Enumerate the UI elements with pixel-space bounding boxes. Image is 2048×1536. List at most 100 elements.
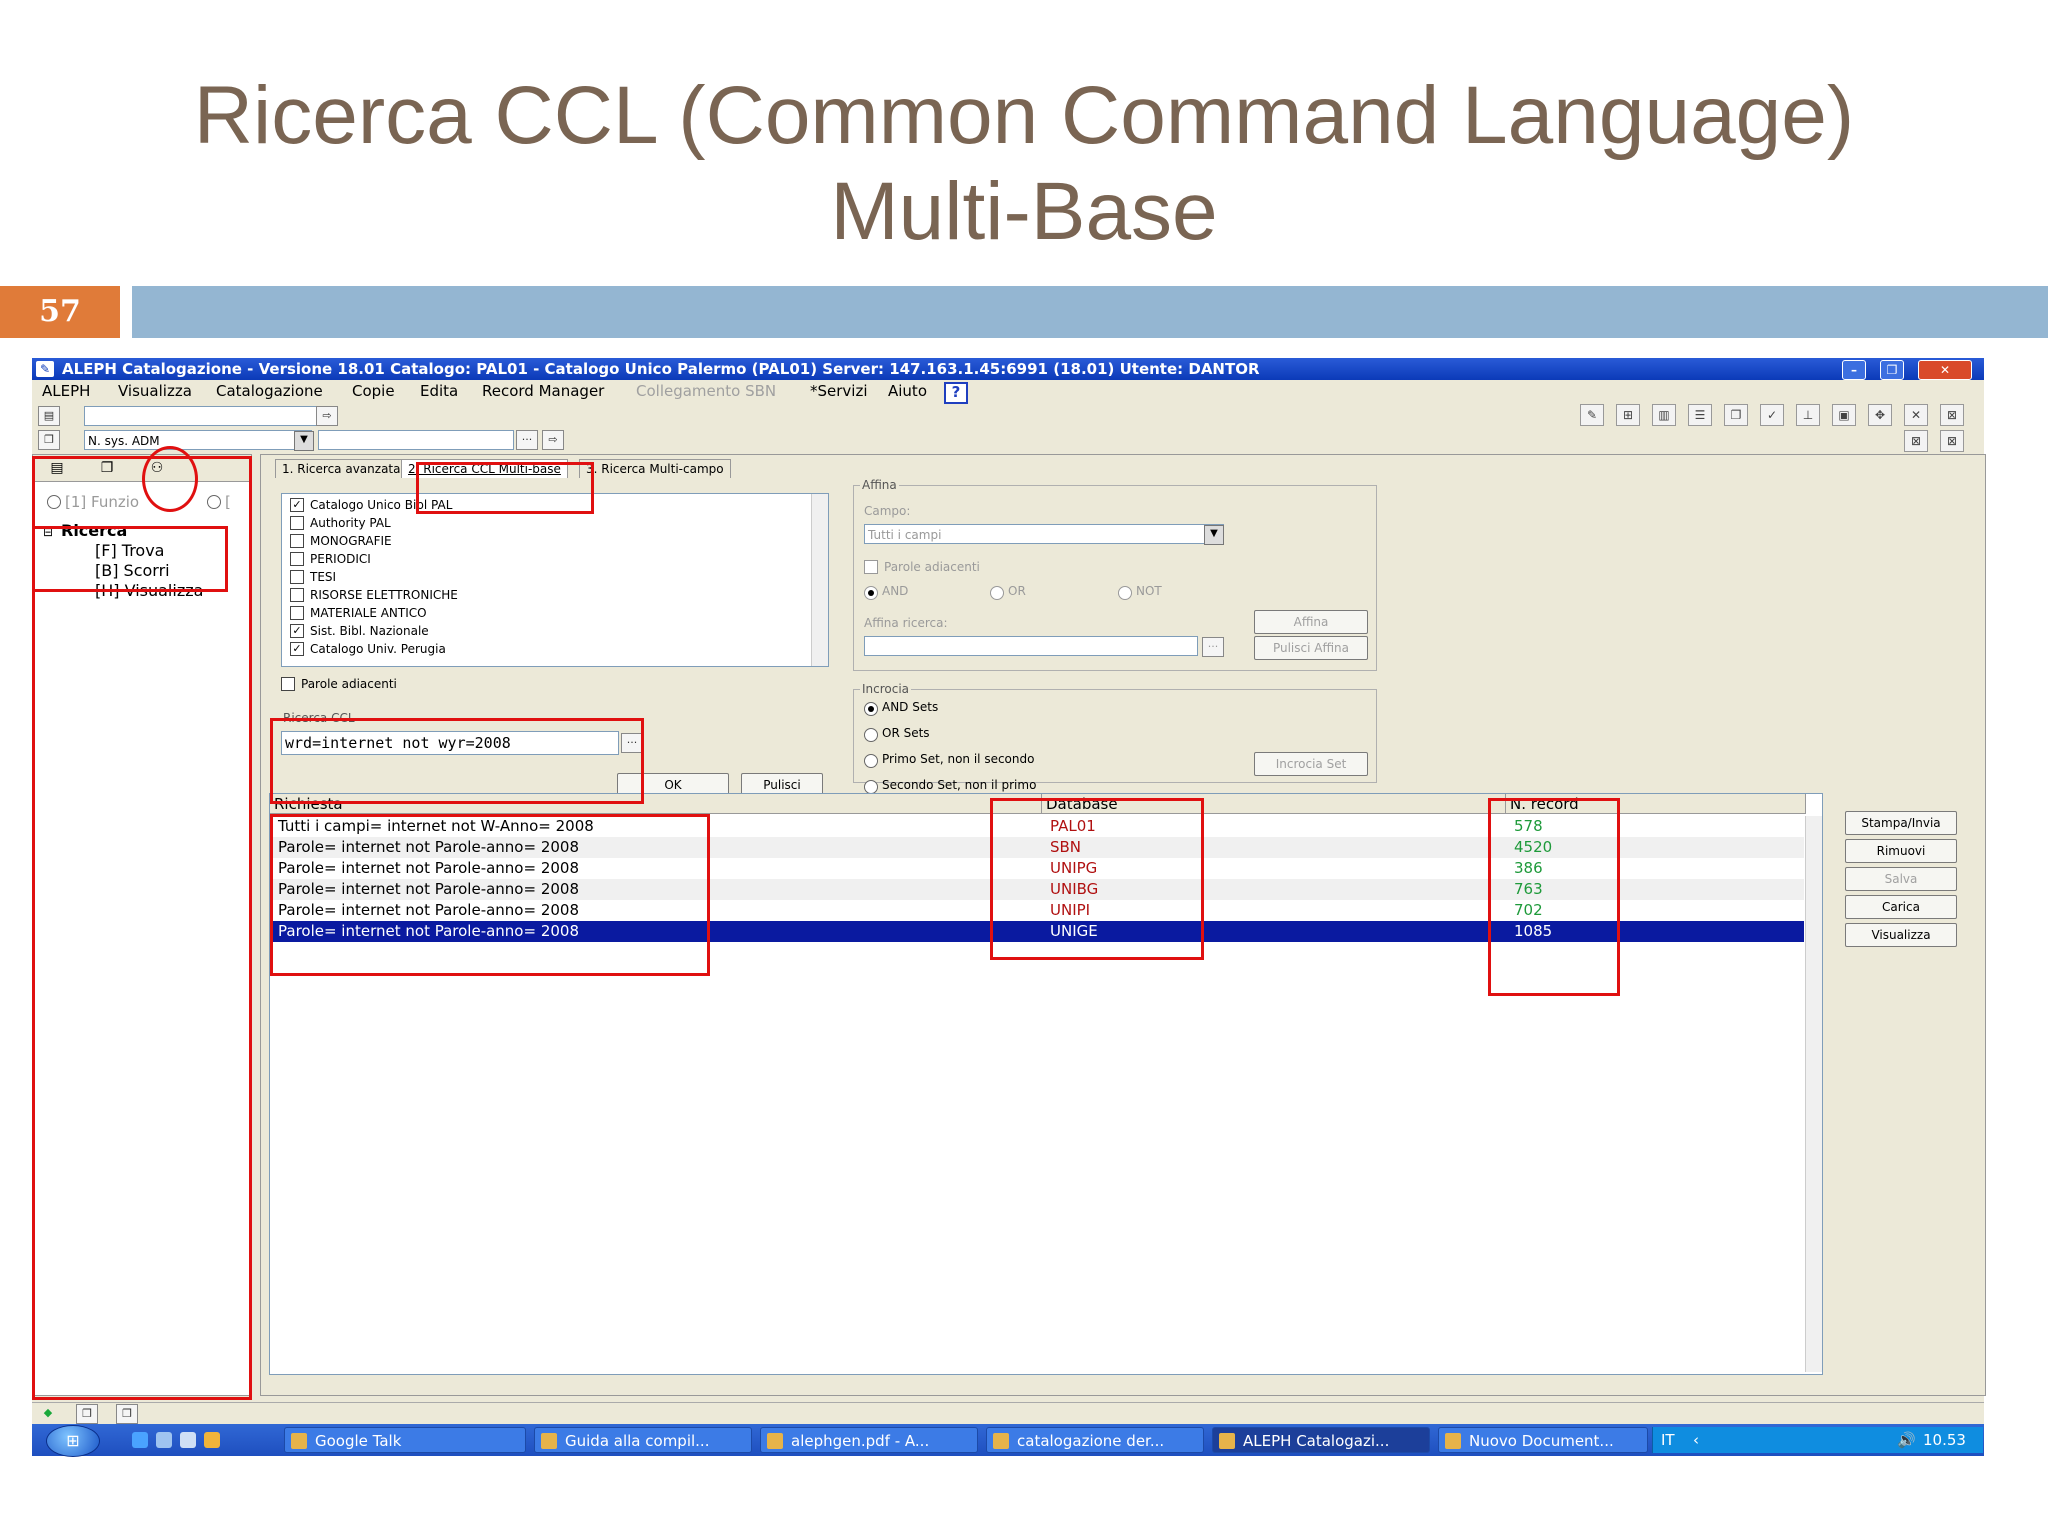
ie-icon[interactable] [132,1432,148,1448]
task-aleph[interactable]: ALEPH Catalogazi... [1212,1427,1430,1453]
tree-item-visualizza[interactable]: [H] Visualizza [95,581,203,600]
tree-item-scorri[interactable]: [B] Scorri [95,561,170,580]
tree-root-ricerca[interactable]: Ricerca [61,521,127,540]
close-button[interactable]: ✕ [1918,360,1972,380]
campo-select[interactable]: Tutti i campi [864,524,1224,544]
ccl-browse-button[interactable]: ··· [621,733,643,753]
menu-copie[interactable]: Copie [352,380,395,402]
db-checkbox-6[interactable] [290,605,304,620]
menu-aiuto[interactable]: Aiuto [888,380,927,402]
db-checkbox-5[interactable] [290,587,304,602]
menu-catalogazione[interactable]: Catalogazione [216,380,323,402]
help-icon[interactable]: ? [944,382,968,404]
close-doc-icon[interactable]: ✕ [1904,404,1928,426]
visualizza-button[interactable]: Visualizza [1845,923,1957,947]
go-arrow-icon[interactable]: ⇨ [316,406,338,426]
list-icon[interactable]: ☰ [1688,404,1712,426]
task-nuovo-document[interactable]: Nuovo Document... [1438,1427,1648,1453]
db-item-7[interactable]: ✓ Sist. Bibl. Nazionale [290,622,429,640]
table-row-selected[interactable]: Parole= internet not Parole-anno= 2008 U… [270,921,1804,942]
move-icon[interactable]: ✥ [1868,404,1892,426]
language-indicator[interactable]: IT [1661,1427,1675,1453]
table-row[interactable]: Parole= internet not Parole-anno= 2008 U… [270,900,1804,921]
db-checkbox-4[interactable] [290,569,304,584]
copy-record-icon[interactable]: ❐ [38,430,60,450]
db-item-4[interactable]: TESI [290,568,336,586]
incrocia-and-radio[interactable] [864,702,878,716]
results-scrollbar[interactable] [1805,816,1822,1372]
restore-button[interactable]: ❐ [1880,360,1904,380]
catalog-icon[interactable]: ▤ [38,406,60,426]
menu-aleph[interactable]: ALEPH [42,380,90,402]
close-all-panels-icon[interactable]: ⊠ [1940,430,1964,452]
stampa-invia-button[interactable]: Stampa/Invia [1845,811,1957,835]
browse-button[interactable]: ··· [516,430,538,450]
db-checkbox-3[interactable] [290,551,304,566]
go-arrow-icon-2[interactable]: ⇨ [542,430,564,450]
header-n-record[interactable]: N. record [1506,794,1806,814]
affina-browse-button[interactable]: ··· [1202,637,1224,657]
menu-visualizza[interactable]: Visualizza [118,380,192,402]
table-row[interactable]: Tutti i campi= internet not W-Anno= 2008… [270,816,1804,837]
table-row[interactable]: Parole= internet not Parole-anno= 2008 S… [270,837,1804,858]
window-titlebar[interactable]: ✎ ALEPH Catalogazione - Versione 18.01 C… [32,358,1984,380]
task-catalogazione[interactable]: catalogazione der... [986,1427,1204,1453]
affina-adjacent-option[interactable]: Parole adiacenti [864,559,980,575]
incrocia-first-not-second-radio[interactable] [864,754,878,768]
menu-collegamento-sbn[interactable]: Collegamento SBN [636,380,776,402]
edit-record-icon[interactable]: ✎ [1580,404,1604,426]
media-icon[interactable] [204,1432,220,1448]
status-record-icon[interactable]: ❐ [76,1404,98,1424]
menu-record-manager[interactable]: Record Manager [482,380,604,402]
affina-not-radio[interactable] [1118,586,1132,600]
clock[interactable]: 10.53 [1923,1427,1966,1453]
start-button[interactable]: ⊞ [46,1425,100,1457]
task-google-talk[interactable]: Google Talk [284,1427,526,1453]
record-tab-icon[interactable]: ❐ [95,458,119,478]
db-item-0[interactable]: ✓ Catalogo Unico Bibl PAL [290,496,452,514]
menu-edita[interactable]: Edita [420,380,458,402]
menu-servizi[interactable]: *Servizi [810,380,868,402]
index-term-input[interactable] [318,430,514,450]
db-checkbox-8[interactable]: ✓ [290,641,304,656]
check-icon[interactable]: ✓ [1760,404,1784,426]
ccl-query-input[interactable]: wrd=internet not wyr=2008 [281,731,619,755]
campo-dropdown-arrow[interactable]: ▼ [1204,525,1224,545]
table-row[interactable]: Parole= internet not Parole-anno= 2008 U… [270,858,1804,879]
copy-icon[interactable]: ❐ [1724,404,1748,426]
tree-item-trova[interactable]: [F] Trova [95,541,164,560]
incrocia-or-radio[interactable] [864,728,878,742]
tab-ricerca-multicampo[interactable]: 3. Ricerca Multi-campo [579,459,731,478]
volume-icon[interactable]: 🔊 [1897,1427,1916,1453]
explorer-icon[interactable] [180,1432,196,1448]
header-database[interactable]: Database [1042,794,1506,814]
task-alephgen-pdf[interactable]: alephgen.pdf - A... [760,1427,978,1453]
minimize-button[interactable]: – [1842,360,1866,380]
tab-ricerca-ccl-multibase[interactable]: 2. Ricerca CCL Multi-base [401,459,568,478]
table-row[interactable]: Parole= internet not Parole-anno= 2008 U… [270,879,1804,900]
index-select[interactable]: N. sys. ADM [84,430,312,450]
salva-button[interactable]: Salva [1845,867,1957,891]
ccl-adjacent-option[interactable]: Parole adiacenti [281,676,397,692]
db-item-2[interactable]: MONOGRAFIE [290,532,392,550]
command-input[interactable] [84,406,318,426]
affina-adjacent-checkbox[interactable] [864,559,878,574]
close-panel-icon[interactable]: ⊠ [1904,430,1928,452]
db-item-1[interactable]: Authority PAL [290,514,391,532]
catalog-tab-icon[interactable]: ▤ [45,458,69,478]
rimuovi-button[interactable]: Rimuovi [1845,839,1957,863]
tray-expand-icon[interactable]: ‹ [1693,1427,1699,1453]
db-item-3[interactable]: PERIODICI [290,550,371,568]
db-item-5[interactable]: RISORSE ELETTRONICHE [290,586,458,604]
header-richiesta[interactable]: Richiesta [270,794,1042,814]
structure-icon[interactable]: ⊥ [1796,404,1820,426]
db-item-6[interactable]: MATERIALE ANTICO [290,604,427,622]
second-radio[interactable] [207,495,221,509]
affina-button[interactable]: Affina [1254,610,1368,634]
tree-toggle-icon[interactable]: ⊟ [43,525,53,539]
affina-search-input[interactable] [864,636,1198,656]
db-checkbox-2[interactable] [290,533,304,548]
incrocia-second-not-first-radio[interactable] [864,780,878,794]
columns-icon[interactable]: ▥ [1652,404,1676,426]
carica-button[interactable]: Carica [1845,895,1957,919]
